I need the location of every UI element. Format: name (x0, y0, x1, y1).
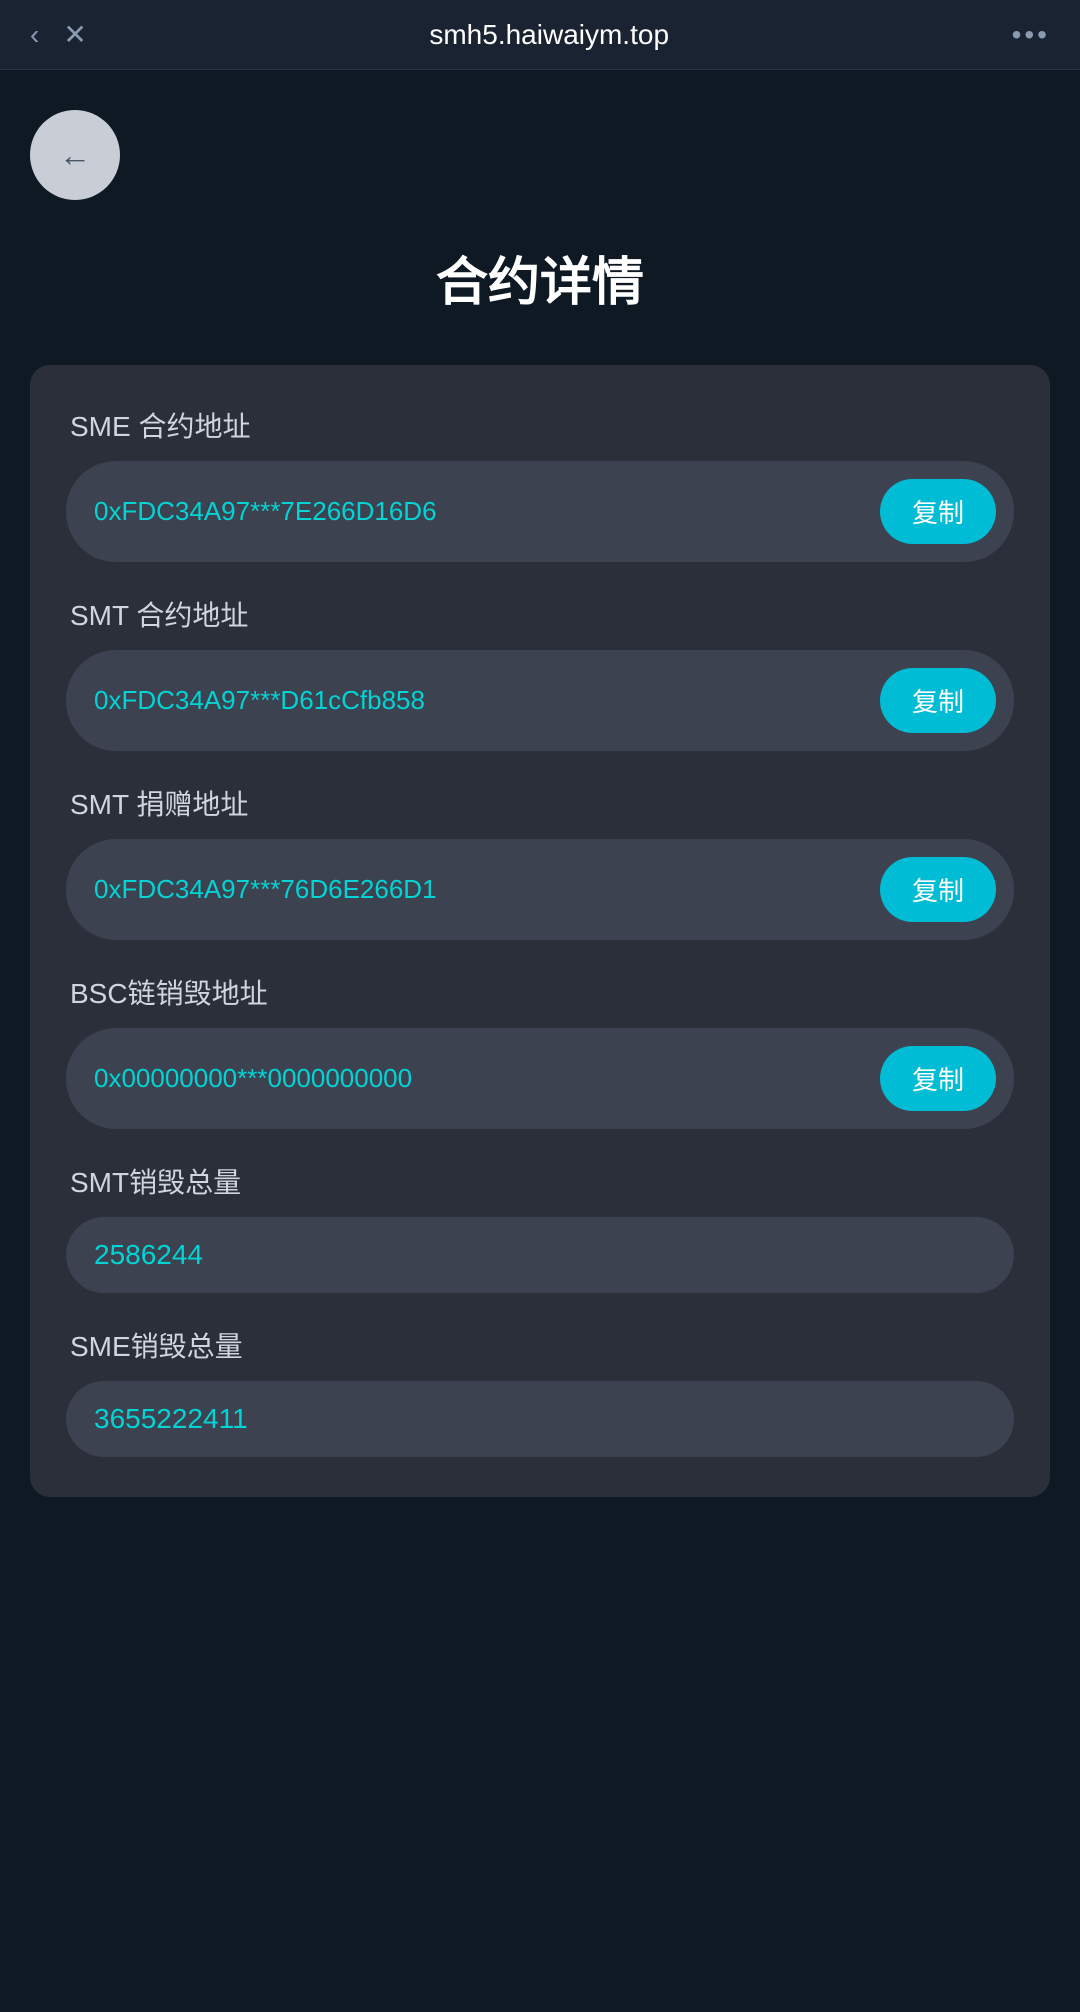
copy-button-smt-contract[interactable]: 复制 (880, 668, 996, 733)
back-button[interactable]: ← (30, 110, 120, 200)
copy-button-bsc-burn[interactable]: 复制 (880, 1046, 996, 1111)
browser-close-icon[interactable]: ✕ (63, 18, 86, 51)
browser-bar: ‹ ✕ smh5.haiwaiym.top ••• (0, 0, 1080, 70)
field-value-bsc-burn: 0x00000000***0000000000 (94, 1063, 864, 1094)
field-group-smt-contract: SMT 合约地址 0xFDC34A97***D61cCfb858 复制 (66, 594, 1014, 751)
page-title: 合约详情 (30, 240, 1050, 315)
field-group-bsc-burn: BSC链销毁地址 0x00000000***0000000000 复制 (66, 972, 1014, 1129)
field-label-smt-contract: SMT 合约地址 (66, 594, 1014, 634)
field-value-smt-contract: 0xFDC34A97***D61cCfb858 (94, 685, 864, 716)
contract-details-card: SME 合约地址0xFDC34A97***7E266D16D6复制SMT 合约地… (30, 365, 1050, 1497)
main-content: ← 合约详情 SME 合约地址 0xFDC34A97***7E266D16D6 复制… (0, 70, 1080, 1537)
field-input-row-sme-contract: 0xFDC34A97***7E266D16D6 复制 (66, 461, 1014, 562)
browser-back-icon[interactable]: ‹ (30, 19, 39, 51)
field-input-row-bsc-burn: 0x00000000***0000000000 复制 (66, 1028, 1014, 1129)
browser-menu-icon[interactable]: ••• (1012, 19, 1050, 51)
field-input-only-smt-burn-total: 2586244 (66, 1217, 1014, 1293)
field-value-sme-contract: 0xFDC34A97***7E266D16D6 (94, 496, 864, 527)
field-input-row-smt-donation: 0xFDC34A97***76D6E266D1 复制 (66, 839, 1014, 940)
field-label-smt-donation: SMT 捐赠地址 (66, 783, 1014, 823)
field-value-smt-burn-total: 2586244 (94, 1239, 986, 1271)
fields-container: SME 合约地址0xFDC34A97***7E266D16D6复制SMT 合约地… (66, 405, 1014, 1457)
browser-url: smh5.haiwaiym.top (429, 19, 669, 51)
field-label-bsc-burn: BSC链销毁地址 (66, 972, 1014, 1012)
copy-button-smt-donation[interactable]: 复制 (880, 857, 996, 922)
copy-button-sme-contract[interactable]: 复制 (880, 479, 996, 544)
field-label-sme-contract: SME 合约地址 (66, 405, 1014, 445)
browser-nav: ‹ ✕ (30, 18, 87, 51)
field-group-sme-burn-total: SME销毁总量 3655222411 (66, 1325, 1014, 1457)
field-value-sme-burn-total: 3655222411 (94, 1403, 986, 1435)
field-group-sme-contract: SME 合约地址 0xFDC34A97***7E266D16D6 复制 (66, 405, 1014, 562)
field-input-row-smt-contract: 0xFDC34A97***D61cCfb858 复制 (66, 650, 1014, 751)
field-group-smt-donation: SMT 捐赠地址 0xFDC34A97***76D6E266D1 复制 (66, 783, 1014, 940)
field-input-only-sme-burn-total: 3655222411 (66, 1381, 1014, 1457)
field-group-smt-burn-total: SMT销毁总量 2586244 (66, 1161, 1014, 1293)
field-value-smt-donation: 0xFDC34A97***76D6E266D1 (94, 874, 864, 905)
field-label-sme-burn-total: SME销毁总量 (66, 1325, 1014, 1365)
back-arrow-icon: ← (59, 137, 91, 174)
field-label-smt-burn-total: SMT销毁总量 (66, 1161, 1014, 1201)
